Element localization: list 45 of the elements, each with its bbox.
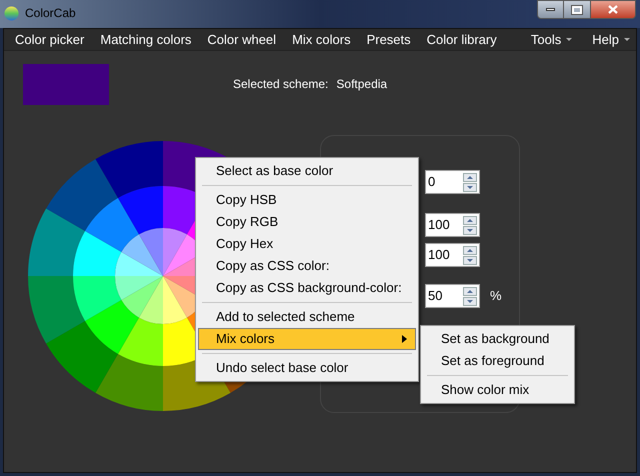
menu-bar-item[interactable]: Color picker — [14, 30, 86, 50]
menu-item[interactable]: Copy as CSS color: — [198, 255, 416, 277]
base-color-swatch[interactable] — [23, 64, 109, 105]
spin-down-icon[interactable] — [463, 296, 477, 306]
menu-bar-item[interactable]: Presets — [366, 30, 412, 50]
menu-item[interactable]: Copy HSB — [198, 189, 416, 211]
menu-item[interactable]: Undo select base color — [198, 357, 416, 379]
menu-bar-item[interactable]: Help — [592, 30, 630, 50]
menu-item[interactable]: Add to selected scheme — [198, 306, 416, 328]
close-icon — [608, 5, 618, 14]
number-spin-field[interactable]: 100 — [425, 243, 480, 267]
menu-bar-item[interactable]: Color wheel — [206, 30, 278, 50]
submenu-arrow-icon — [402, 335, 407, 343]
number-spin-field[interactable]: 100 — [425, 213, 480, 237]
caret-icon — [566, 38, 572, 41]
menu-item[interactable]: Set as background — [423, 328, 572, 350]
spin-up-icon[interactable] — [463, 216, 477, 224]
menu-item[interactable]: Copy RGB — [198, 211, 416, 233]
menu-bar-item[interactable]: Mix colors — [291, 30, 352, 50]
spin-up-icon[interactable] — [463, 286, 477, 296]
caret-icon — [624, 38, 630, 41]
menu-item[interactable]: Copy as CSS background-color: — [198, 277, 416, 299]
menu-bar-item[interactable]: Color library — [426, 30, 498, 50]
number-spin-field[interactable]: 0 — [425, 170, 480, 194]
menu-item[interactable]: Set as foreground — [423, 350, 572, 372]
window-title: ColorCab — [25, 5, 76, 22]
menu-item[interactable]: Show color mix — [423, 379, 572, 401]
menu-item[interactable]: Copy Hex — [198, 233, 416, 255]
unit-label: % — [490, 287, 502, 306]
menu-item[interactable]: Mix colors — [198, 328, 416, 350]
scheme-label: Selected scheme: — [233, 76, 328, 93]
menu-bar-item[interactable]: Matching colors — [99, 30, 192, 50]
maximize-button[interactable] — [564, 0, 590, 19]
menu-item[interactable]: Select as base color — [198, 160, 416, 182]
spin-down-icon[interactable] — [463, 226, 477, 234]
spin-up-icon[interactable] — [463, 172, 477, 182]
app-icon — [4, 6, 19, 20]
minimize-button[interactable] — [537, 0, 564, 19]
close-button[interactable] — [590, 0, 636, 19]
spin-down-icon[interactable] — [463, 256, 477, 264]
menu-bar-item[interactable]: Tools — [530, 30, 572, 50]
spin-up-icon[interactable] — [463, 246, 477, 254]
spin-down-icon[interactable] — [463, 182, 477, 192]
scheme-name: Softpedia — [336, 76, 388, 93]
number-spin-field[interactable]: 50 — [425, 284, 480, 308]
